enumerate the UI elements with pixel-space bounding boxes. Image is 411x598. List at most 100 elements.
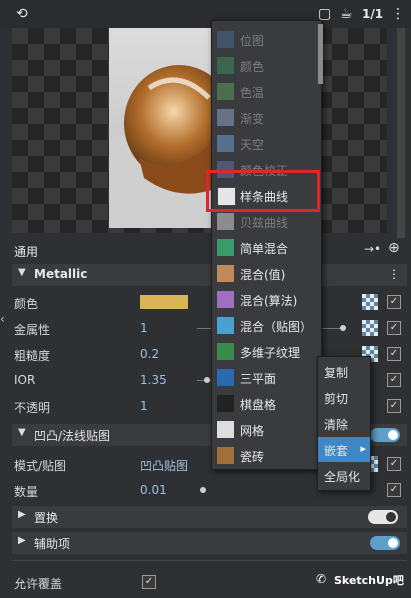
context-menu-item[interactable]: 复制 bbox=[318, 359, 370, 384]
bezier-curve-icon bbox=[217, 213, 234, 230]
menu-item[interactable]: 三平面 bbox=[212, 365, 317, 391]
general-label: 通用 bbox=[14, 245, 39, 259]
bump-section-title: 凹凸/法线贴图 bbox=[34, 429, 111, 443]
opacity-value[interactable]: 1 bbox=[140, 399, 148, 413]
gradient-icon bbox=[217, 109, 234, 126]
context-menu-item[interactable]: 嵌套 ▸ bbox=[318, 437, 370, 462]
panel-collapse-icon[interactable]: ‹ bbox=[0, 312, 10, 332]
divider bbox=[12, 560, 407, 561]
enable-checkbox[interactable]: ✓ bbox=[387, 373, 401, 387]
ior-value[interactable]: 1.35 bbox=[140, 373, 167, 387]
menu-item[interactable]: 混合(值) bbox=[212, 261, 317, 287]
context-menu-item[interactable]: 全局化 bbox=[318, 463, 370, 488]
color-label: 颜色 bbox=[14, 297, 39, 311]
menu-item[interactable]: 贝兹曲线 bbox=[212, 209, 317, 235]
displacement-section-header[interactable]: ▶ 置换 bbox=[12, 506, 407, 528]
context-menu-item-label: 清除 bbox=[324, 418, 349, 432]
collapsed-triangle-icon[interactable]: ▶ bbox=[18, 535, 26, 546]
mix-map-icon bbox=[217, 317, 234, 334]
more-icon[interactable]: ⋮ bbox=[391, 6, 405, 22]
link-icon[interactable]: →• bbox=[364, 242, 381, 256]
menu-item[interactable]: 简单混合 bbox=[212, 235, 317, 261]
displacement-section-title: 置换 bbox=[34, 511, 59, 525]
bump-amount-label: 数量 bbox=[14, 485, 39, 499]
material-name: Metallic bbox=[34, 267, 88, 281]
context-menu-item[interactable]: 剪切 bbox=[318, 385, 370, 410]
menu-item[interactable]: 多维子纹理 bbox=[212, 339, 317, 365]
metallic-section-header[interactable]: ▼ Metallic ⋮ bbox=[12, 264, 407, 286]
menu-item[interactable]: 混合（贴图） bbox=[212, 313, 317, 339]
opacity-label: 不透明 bbox=[14, 401, 51, 415]
aux-section-header[interactable]: ▶ 辅助项 bbox=[12, 532, 407, 554]
metalness-label: 金属性 bbox=[14, 323, 51, 337]
menu-item[interactable]: 棋盘格 bbox=[212, 391, 317, 417]
bump-amount-value[interactable]: 0.01 bbox=[140, 483, 167, 497]
menu-item-label: 位图 bbox=[240, 34, 265, 48]
roughness-value[interactable]: 0.2 bbox=[140, 347, 159, 361]
menu-item-label: 多维子纹理 bbox=[240, 346, 301, 360]
submenu-arrow-icon: ▸ bbox=[360, 442, 366, 455]
texture-slot-icon[interactable] bbox=[362, 320, 378, 336]
aux-section-title: 辅助项 bbox=[34, 537, 71, 551]
allow-override-label: 允许覆盖 bbox=[14, 577, 63, 591]
menu-item[interactable]: 色温 bbox=[212, 79, 317, 105]
metalness-value[interactable]: 1 bbox=[140, 321, 148, 335]
expand-triangle-icon[interactable]: ▼ bbox=[18, 427, 26, 438]
menu-scrollbar[interactable] bbox=[318, 24, 323, 84]
menu-item[interactable]: 瓷砖 bbox=[212, 443, 317, 469]
collapsed-triangle-icon[interactable]: ▶ bbox=[18, 509, 26, 520]
menu-item-label: 混合（贴图） bbox=[240, 320, 313, 334]
watermark: ✆ SketchUp吧 bbox=[316, 572, 411, 590]
menu-item[interactable]: 混合(算法) bbox=[212, 287, 317, 313]
allow-override-checkbox[interactable]: ✓ bbox=[142, 575, 156, 589]
expand-triangle-icon[interactable]: ▼ bbox=[18, 267, 26, 278]
bump-mode-value[interactable]: 凹凸贴图 bbox=[140, 457, 188, 474]
menu-item[interactable]: 网格 bbox=[212, 417, 317, 443]
menu-item-label: 瓷砖 bbox=[240, 450, 265, 464]
context-menu-item[interactable]: 清除 bbox=[318, 411, 370, 436]
highlight-box bbox=[206, 170, 320, 212]
ior-label: IOR bbox=[14, 373, 36, 387]
bump-mode-label: 模式/贴图 bbox=[14, 459, 67, 473]
viewport-scrollbar[interactable] bbox=[397, 28, 405, 238]
mix-algo-icon bbox=[217, 291, 234, 308]
top-toolbar: ⟲ ▢ ☕ 1/1 ⋮ bbox=[0, 0, 411, 28]
enable-checkbox[interactable]: ✓ bbox=[387, 295, 401, 309]
bump-toggle[interactable] bbox=[370, 428, 400, 442]
menu-item-label: 三平面 bbox=[240, 372, 277, 386]
temperature-icon bbox=[217, 83, 234, 100]
nodes-icon[interactable]: ⟲ bbox=[16, 6, 28, 22]
color-row: 颜色 ✓ bbox=[12, 290, 407, 316]
enable-checkbox[interactable]: ✓ bbox=[387, 321, 401, 335]
teapot-icon[interactable]: ☕ bbox=[340, 6, 353, 22]
watermark-text: SketchUp吧 bbox=[334, 574, 404, 587]
color-icon bbox=[217, 57, 234, 74]
texture-slot-icon[interactable] bbox=[362, 294, 378, 310]
menu-item[interactable]: 渐变 bbox=[212, 105, 317, 131]
aux-toggle[interactable] bbox=[370, 536, 400, 550]
slider-handle[interactable] bbox=[200, 487, 206, 493]
metalness-row: 金属性 1 ✓ bbox=[12, 316, 407, 342]
enable-checkbox[interactable]: ✓ bbox=[387, 457, 401, 471]
ratio-label[interactable]: 1/1 bbox=[362, 7, 383, 21]
menu-item[interactable]: 天空 bbox=[212, 131, 317, 157]
color-swatch[interactable] bbox=[140, 295, 188, 309]
grid-icon bbox=[217, 421, 234, 438]
general-header: 通用 →• ⊕ bbox=[12, 238, 407, 264]
enable-checkbox[interactable]: ✓ bbox=[387, 483, 401, 497]
menu-item-label: 网格 bbox=[240, 424, 265, 438]
menu-item-label: 颜色 bbox=[240, 60, 265, 74]
menu-item[interactable]: 位图 bbox=[212, 27, 317, 53]
context-menu-item-label: 全局化 bbox=[324, 470, 361, 484]
slider-handle[interactable] bbox=[340, 325, 346, 331]
enable-checkbox[interactable]: ✓ bbox=[387, 347, 401, 361]
displacement-toggle[interactable] bbox=[368, 510, 398, 524]
context-menu-item-label: 嵌套 bbox=[324, 444, 349, 458]
simple-mix-icon bbox=[217, 239, 234, 256]
section-more-icon[interactable]: ⋮ bbox=[388, 267, 400, 281]
enable-checkbox[interactable]: ✓ bbox=[387, 399, 401, 413]
sky-icon bbox=[217, 135, 234, 152]
menu-item[interactable]: 颜色 bbox=[212, 53, 317, 79]
slider-handle[interactable] bbox=[204, 377, 210, 383]
add-layer-icon[interactable]: ⊕ bbox=[388, 240, 400, 256]
